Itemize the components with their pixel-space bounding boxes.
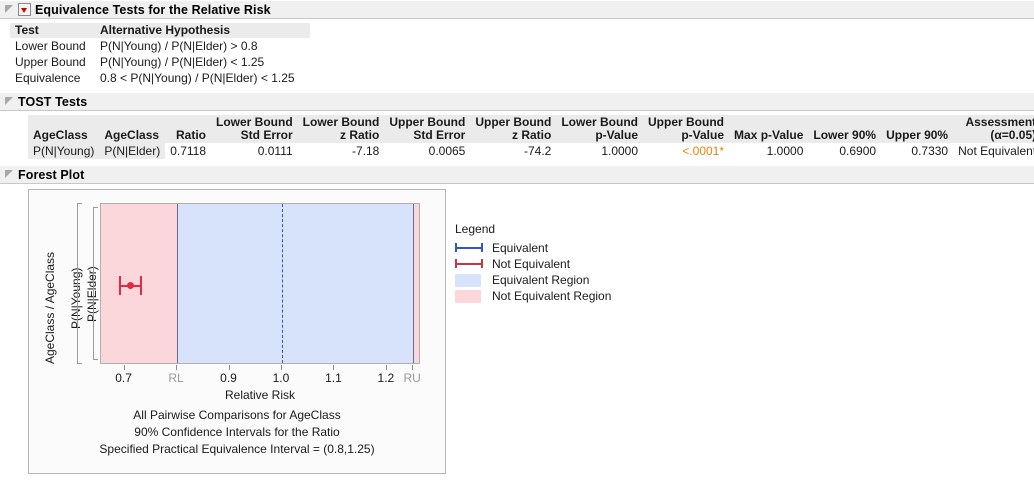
section-title-tost-tests: TOST Tests [18,94,88,109]
table-row: Lower Bound P(N|Young) / P(N|Elder) > 0.… [10,38,310,54]
table-row: Upper Bound P(N|Young) / P(N|Elder) < 1.… [10,54,310,70]
forest-plot-panel: AgeClass / AgeClass P(N|Young) P(N|Elder… [28,189,446,474]
red-triangle-menu-icon[interactable] [18,3,31,16]
tests-col-alternative-hypothesis: Alternative Hypothesis [95,23,310,38]
not-equivalent-region-right [413,204,419,363]
caption-line-1: All Pairwise Comparisons for AgeClass [133,408,341,422]
x-axis-title: Relative Risk [224,388,296,402]
legend-label: Not Equivalent Region [492,289,612,303]
tost-col-lower-std-error: Lower Bound Std Error [211,115,298,143]
x-axis-tick-label: 1.1 [325,371,342,385]
tost-cell-lower-z-ratio: -7.18 [351,144,380,158]
tost-col-ratio: Ratio [165,115,211,143]
section-title-forest-plot: Forest Plot [18,167,85,182]
x-axis-tick [228,365,230,370]
reference-line [281,204,283,363]
equivalence-lower-bound-line [177,204,179,363]
tost-cell-lower-p-value: 1.0000 [601,144,639,158]
x-axis-tick-label: RU [403,371,421,385]
section-title-equivalence-tests: Equivalence Tests for the Relative Risk [35,2,271,17]
tost-cell-upper-90: 0.7330 [911,144,949,158]
tost-col-assessment: Assessment (α=0.05) [953,115,1034,143]
equivalent-region [177,204,414,363]
section-header-tost-tests[interactable]: TOST Tests [0,92,1034,111]
x-axis-tick [176,365,178,370]
tests-cell-hypothesis: 0.8 < P(N|Young) / P(N|Elder) < 1.25 [100,71,295,85]
tost-cell-ageclass-2: P(N|Elder) [99,143,166,159]
x-axis-tick [333,365,335,370]
tost-cell-lower-std-error: 0.0111 [257,144,293,158]
legend-item-not-equivalent-region: Not Equivalent Region [455,288,611,304]
disclosure-triangle-icon[interactable] [4,169,15,180]
disclosure-triangle-icon[interactable] [4,4,15,15]
x-axis-tick [412,365,414,370]
equivalent-region-swatch-icon [455,273,487,287]
tost-col-lower-z-ratio: Lower Bound z Ratio [297,115,385,143]
tost-cell-upper-p-value: <.0001* [682,144,725,158]
table-row: Equivalence 0.8 < P(N|Young) / P(N|Elder… [10,70,310,86]
legend-label: Not Equivalent [492,257,571,271]
interval-lower-cap [119,276,121,295]
tests-table: Test Alternative Hypothesis Lower Bound … [10,23,310,86]
tost-table-header-row: AgeClass AgeClass Ratio Lower Bound Std … [28,115,1034,143]
plot-data-region [100,203,420,364]
tests-cell-test: Equivalence [15,71,81,85]
section-header-equivalence-tests[interactable]: Equivalence Tests for the Relative Risk [0,0,1034,19]
section-header-forest-plot[interactable]: Forest Plot [0,165,1034,184]
legend-label: Equivalent [492,241,549,255]
caption-line-2: 90% Confidence Intervals for the Ratio [134,425,340,439]
tost-col-ageclass-1: AgeClass [28,115,100,143]
not-equivalent-interval-icon [455,257,487,271]
tost-cell-ratio: 0.7118 [170,144,206,158]
legend-label: Equivalent Region [492,273,590,287]
tests-col-test: Test [10,23,95,38]
caption-line-3: Specified Practical Equivalence Interval… [99,442,375,456]
table-row: P(N|Young) P(N|Elder) 0.7118 0.0111 -7.1… [28,143,1034,159]
tests-cell-test: Lower Bound [15,39,86,53]
tost-col-upper-p-value: Upper Bound p-Value [643,115,730,143]
equivalent-interval-icon [455,241,487,255]
x-axis-tick [385,365,387,370]
x-axis-tick-label: 1.0 [272,371,290,385]
y-group-bracket-inner [93,207,98,360]
x-axis-tick [123,365,125,370]
status-badge: Not Equivalent [958,144,1034,158]
legend-item-equivalent: Equivalent [455,240,611,256]
tost-col-max-p-value: Max p-Value [729,115,809,143]
tost-col-lower-90: Lower 90% [808,115,882,143]
legend-item-not-equivalent: Not Equivalent [455,256,611,272]
x-axis-tick-label: 1.2 [377,371,395,385]
x-axis-tick-label: RL [168,371,184,385]
tests-table-header-row: Test Alternative Hypothesis [10,23,310,38]
tests-cell-test: Upper Bound [15,55,86,69]
tost-col-upper-std-error: Upper Bound Std Error [384,115,471,143]
x-axis-tick [280,365,282,370]
y-axis-title: AgeClass / AgeClass [43,251,57,364]
tost-cell-max-p-value: 1.0000 [766,144,804,158]
interval-upper-cap [140,276,142,295]
x-axis-tick-label: 0.7 [115,371,132,385]
legend: Legend Equivalent Not Equivalent Equival… [455,222,611,304]
tost-col-lower-p-value: Lower Bound p-Value [556,115,644,143]
x-axis-tick-label: 0.9 [220,371,237,385]
tost-col-upper-90: Upper 90% [881,115,954,143]
not-equivalent-region-swatch-icon [455,289,487,303]
y-group-bracket-outer [77,203,82,364]
tests-cell-hypothesis: P(N|Young) / P(N|Elder) < 1.25 [100,55,265,69]
tests-cell-hypothesis: P(N|Young) / P(N|Elder) > 0.8 [100,39,258,53]
tost-tests-table: AgeClass AgeClass Ratio Lower Bound Std … [28,115,1034,159]
disclosure-triangle-icon[interactable] [4,96,15,107]
not-equivalent-region-left [101,204,178,363]
legend-title: Legend [455,222,496,236]
tost-col-upper-z-ratio: Upper Bound z Ratio [470,115,557,143]
legend-item-equivalent-region: Equivalent Region [455,272,611,288]
tost-cell-upper-z-ratio: -74.2 [523,144,552,158]
forest-plot-container: AgeClass / AgeClass P(N|Young) P(N|Elder… [28,189,446,474]
tost-cell-ageclass-1: P(N|Young) [28,143,100,159]
tost-cell-upper-std-error: 0.0065 [428,144,466,158]
tost-cell-lower-90: 0.6900 [839,144,877,158]
tost-col-ageclass-2: AgeClass [99,115,166,143]
equivalence-upper-bound-line [413,204,415,363]
